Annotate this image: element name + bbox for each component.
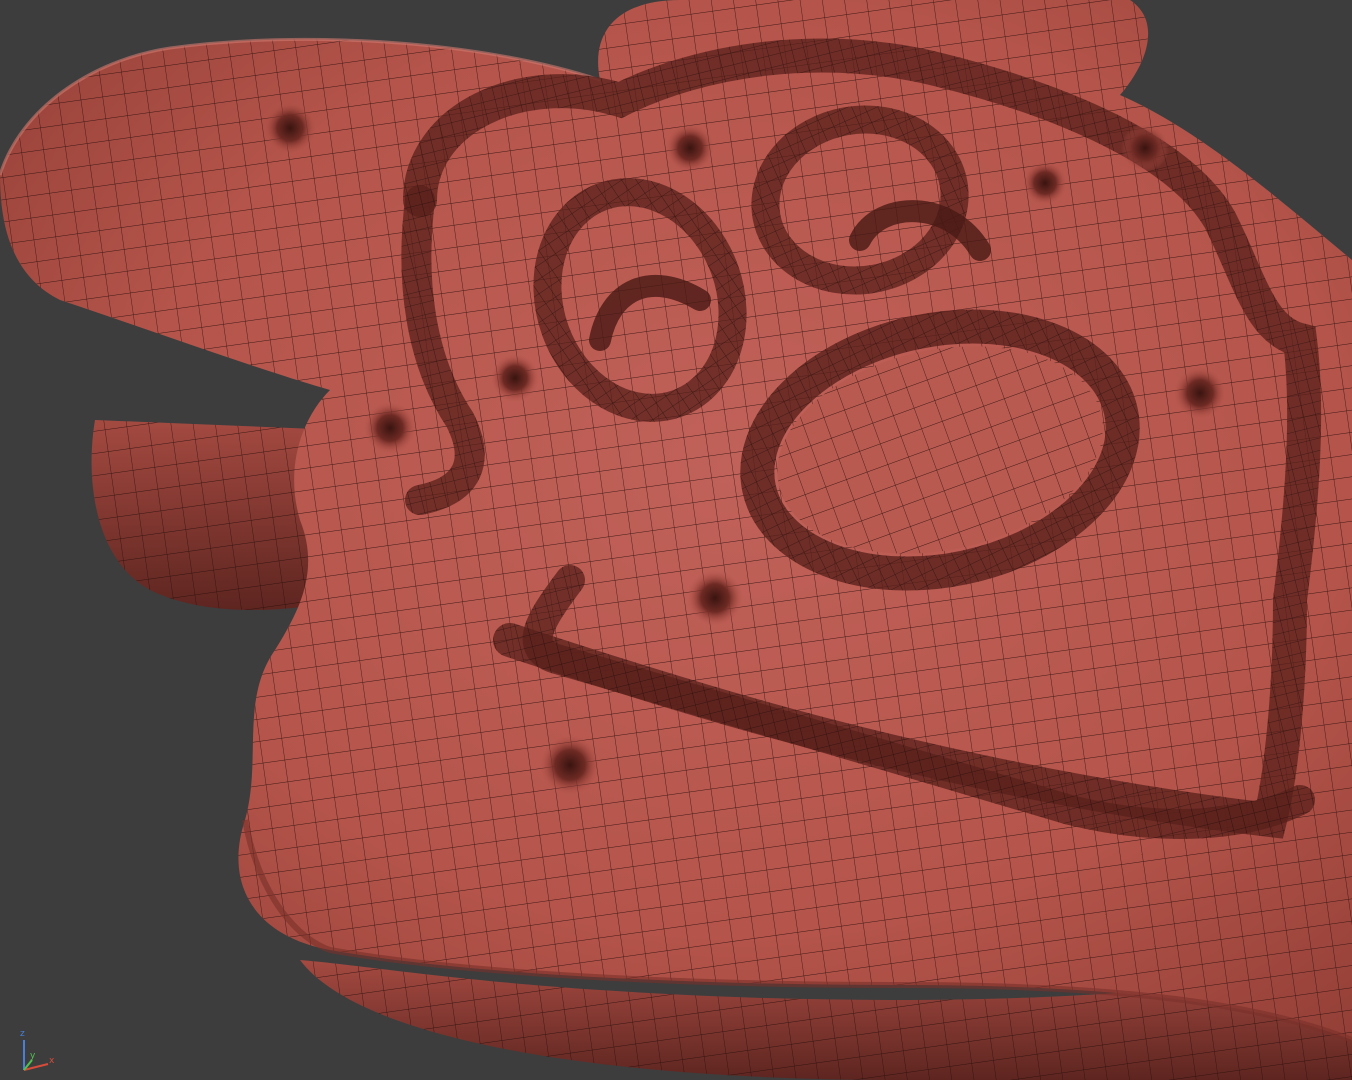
- viewport-scene: [0, 0, 1352, 1080]
- x-axis-label: x: [49, 1056, 55, 1066]
- axis-gizmo: z y x: [4, 1016, 60, 1076]
- y-axis-label: y: [30, 1051, 36, 1061]
- z-axis-label: z: [20, 1029, 25, 1039]
- 3d-viewport[interactable]: z y x: [0, 0, 1352, 1080]
